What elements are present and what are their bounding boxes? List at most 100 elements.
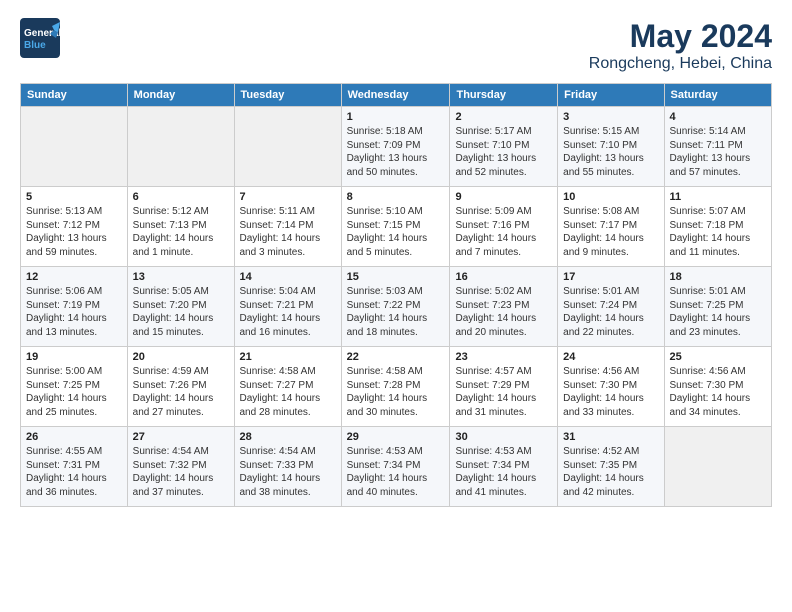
calendar-cell bbox=[127, 107, 234, 187]
day-info: Sunrise: 5:17 AM Sunset: 7:10 PM Dayligh… bbox=[455, 125, 552, 179]
day-info: Sunrise: 5:03 AM Sunset: 7:22 PM Dayligh… bbox=[347, 285, 445, 339]
day-info: Sunrise: 4:59 AM Sunset: 7:26 PM Dayligh… bbox=[133, 365, 229, 419]
calendar-week-1: 1 Sunrise: 5:18 AM Sunset: 7:09 PM Daylig… bbox=[21, 107, 772, 187]
day-number: 28 bbox=[240, 431, 336, 443]
calendar-cell: 23 Sunrise: 4:57 AM Sunset: 7:29 PM Dayli… bbox=[450, 347, 558, 427]
svg-text:Blue: Blue bbox=[24, 40, 46, 51]
day-number: 29 bbox=[347, 431, 445, 443]
calendar-week-5: 26Sunrise: 4:55 AM Sunset: 7:31 PM Dayli… bbox=[21, 427, 772, 507]
day-number: 23 bbox=[455, 351, 552, 363]
column-header-saturday: Saturday bbox=[664, 84, 771, 107]
day-number: 18 bbox=[670, 271, 766, 283]
column-header-monday: Monday bbox=[127, 84, 234, 107]
calendar-cell: 16Sunrise: 5:02 AM Sunset: 7:23 PM Dayli… bbox=[450, 267, 558, 347]
calendar-cell: 1 Sunrise: 5:18 AM Sunset: 7:09 PM Daylig… bbox=[341, 107, 450, 187]
calendar-cell: 27Sunrise: 4:54 AM Sunset: 7:32 PM Dayli… bbox=[127, 427, 234, 507]
calendar-cell: 15 Sunrise: 5:03 AM Sunset: 7:22 PM Dayli… bbox=[341, 267, 450, 347]
day-info: Sunrise: 5:18 AM Sunset: 7:09 PM Dayligh… bbox=[347, 125, 445, 179]
day-info: Sunrise: 5:13 AM Sunset: 7:12 PM Dayligh… bbox=[26, 205, 122, 259]
day-number: 9 bbox=[455, 191, 552, 203]
day-info: Sunrise: 5:09 AM Sunset: 7:16 PM Dayligh… bbox=[455, 205, 552, 259]
calendar-cell: 9 Sunrise: 5:09 AM Sunset: 7:16 PM Daylig… bbox=[450, 187, 558, 267]
calendar-cell: 18 Sunrise: 5:01 AM Sunset: 7:25 PM Dayli… bbox=[664, 267, 771, 347]
calendar-cell: 29 Sunrise: 4:53 AM Sunset: 7:34 PM Dayli… bbox=[341, 427, 450, 507]
calendar-cell: 11 Sunrise: 5:07 AM Sunset: 7:18 PM Dayli… bbox=[664, 187, 771, 267]
day-number: 12 bbox=[26, 271, 122, 283]
calendar-cell: 24 Sunrise: 4:56 AM Sunset: 7:30 PM Dayli… bbox=[558, 347, 664, 427]
calendar-cell: 6 Sunrise: 5:12 AM Sunset: 7:13 PM Daylig… bbox=[127, 187, 234, 267]
day-info: Sunrise: 4:58 AM Sunset: 7:28 PM Dayligh… bbox=[347, 365, 445, 419]
calendar-cell bbox=[21, 107, 128, 187]
day-info: Sunrise: 5:06 AM Sunset: 7:19 PM Dayligh… bbox=[26, 285, 122, 339]
day-info: Sunrise: 5:07 AM Sunset: 7:18 PM Dayligh… bbox=[670, 205, 766, 259]
day-info: Sunrise: 5:12 AM Sunset: 7:13 PM Dayligh… bbox=[133, 205, 229, 259]
column-header-friday: Friday bbox=[558, 84, 664, 107]
day-info: Sunrise: 5:01 AM Sunset: 7:24 PM Dayligh… bbox=[563, 285, 658, 339]
column-header-thursday: Thursday bbox=[450, 84, 558, 107]
calendar-cell: 20 Sunrise: 4:59 AM Sunset: 7:26 PM Dayli… bbox=[127, 347, 234, 427]
calendar-cell bbox=[664, 427, 771, 507]
day-number: 24 bbox=[563, 351, 658, 363]
calendar-cell: 10Sunrise: 5:08 AM Sunset: 7:17 PM Dayli… bbox=[558, 187, 664, 267]
logo-icon: General Blue bbox=[20, 18, 60, 58]
day-info: Sunrise: 4:55 AM Sunset: 7:31 PM Dayligh… bbox=[26, 445, 122, 499]
calendar-cell: 22Sunrise: 4:58 AM Sunset: 7:28 PM Dayli… bbox=[341, 347, 450, 427]
day-info: Sunrise: 4:53 AM Sunset: 7:34 PM Dayligh… bbox=[347, 445, 445, 499]
calendar-week-3: 12 Sunrise: 5:06 AM Sunset: 7:19 PM Dayli… bbox=[21, 267, 772, 347]
calendar-cell: 28 Sunrise: 4:54 AM Sunset: 7:33 PM Dayli… bbox=[234, 427, 341, 507]
calendar-cell: 4Sunrise: 5:14 AM Sunset: 7:11 PM Daylig… bbox=[664, 107, 771, 187]
day-info: Sunrise: 4:52 AM Sunset: 7:35 PM Dayligh… bbox=[563, 445, 658, 499]
day-info: Sunrise: 5:08 AM Sunset: 7:17 PM Dayligh… bbox=[563, 205, 658, 259]
day-number: 13 bbox=[133, 271, 229, 283]
day-info: Sunrise: 4:57 AM Sunset: 7:29 PM Dayligh… bbox=[455, 365, 552, 419]
title-block: May 2024 Rongcheng, Hebei, China bbox=[589, 18, 772, 73]
calendar-cell: 25 Sunrise: 4:56 AM Sunset: 7:30 PM Dayli… bbox=[664, 347, 771, 427]
calendar-table: SundayMondayTuesdayWednesdayThursdayFrid… bbox=[20, 83, 772, 507]
column-header-sunday: Sunday bbox=[21, 84, 128, 107]
header: General Blue May 2024 Rongcheng, Hebei, … bbox=[20, 18, 772, 73]
day-info: Sunrise: 5:04 AM Sunset: 7:21 PM Dayligh… bbox=[240, 285, 336, 339]
calendar-cell: 12 Sunrise: 5:06 AM Sunset: 7:19 PM Dayli… bbox=[21, 267, 128, 347]
calendar-cell: 31 Sunrise: 4:52 AM Sunset: 7:35 PM Dayli… bbox=[558, 427, 664, 507]
calendar-cell: 30Sunrise: 4:53 AM Sunset: 7:34 PM Dayli… bbox=[450, 427, 558, 507]
day-number: 25 bbox=[670, 351, 766, 363]
day-info: Sunrise: 4:56 AM Sunset: 7:30 PM Dayligh… bbox=[563, 365, 658, 419]
day-info: Sunrise: 5:01 AM Sunset: 7:25 PM Dayligh… bbox=[670, 285, 766, 339]
day-info: Sunrise: 4:54 AM Sunset: 7:33 PM Dayligh… bbox=[240, 445, 336, 499]
day-info: Sunrise: 4:56 AM Sunset: 7:30 PM Dayligh… bbox=[670, 365, 766, 419]
calendar-cell bbox=[234, 107, 341, 187]
day-number: 5 bbox=[26, 191, 122, 203]
day-info: Sunrise: 4:58 AM Sunset: 7:27 PM Dayligh… bbox=[240, 365, 336, 419]
day-number: 20 bbox=[133, 351, 229, 363]
day-number: 11 bbox=[670, 191, 766, 203]
calendar-week-2: 5 Sunrise: 5:13 AM Sunset: 7:12 PM Daylig… bbox=[21, 187, 772, 267]
day-info: Sunrise: 5:14 AM Sunset: 7:11 PM Dayligh… bbox=[670, 125, 766, 179]
day-number: 17 bbox=[563, 271, 658, 283]
day-number: 7 bbox=[240, 191, 336, 203]
calendar-cell: 5 Sunrise: 5:13 AM Sunset: 7:12 PM Daylig… bbox=[21, 187, 128, 267]
day-info: Sunrise: 5:11 AM Sunset: 7:14 PM Dayligh… bbox=[240, 205, 336, 259]
day-info: Sunrise: 5:15 AM Sunset: 7:10 PM Dayligh… bbox=[563, 125, 658, 179]
day-number: 1 bbox=[347, 111, 445, 123]
logo: General Blue bbox=[20, 18, 60, 63]
calendar-cell: 26Sunrise: 4:55 AM Sunset: 7:31 PM Dayli… bbox=[21, 427, 128, 507]
day-number: 31 bbox=[563, 431, 658, 443]
day-number: 6 bbox=[133, 191, 229, 203]
column-header-tuesday: Tuesday bbox=[234, 84, 341, 107]
day-number: 15 bbox=[347, 271, 445, 283]
main-title: May 2024 bbox=[589, 18, 772, 55]
day-number: 8 bbox=[347, 191, 445, 203]
calendar-cell: 13 Sunrise: 5:05 AM Sunset: 7:20 PM Dayli… bbox=[127, 267, 234, 347]
page: General Blue May 2024 Rongcheng, Hebei, … bbox=[0, 0, 792, 612]
calendar-cell: 2 Sunrise: 5:17 AM Sunset: 7:10 PM Daylig… bbox=[450, 107, 558, 187]
day-info: Sunrise: 5:05 AM Sunset: 7:20 PM Dayligh… bbox=[133, 285, 229, 339]
calendar-header-row: SundayMondayTuesdayWednesdayThursdayFrid… bbox=[21, 84, 772, 107]
subtitle: Rongcheng, Hebei, China bbox=[589, 55, 772, 73]
day-number: 14 bbox=[240, 271, 336, 283]
calendar-cell: 17 Sunrise: 5:01 AM Sunset: 7:24 PM Dayli… bbox=[558, 267, 664, 347]
day-number: 2 bbox=[455, 111, 552, 123]
day-number: 3 bbox=[563, 111, 658, 123]
calendar-cell: 21Sunrise: 4:58 AM Sunset: 7:27 PM Dayli… bbox=[234, 347, 341, 427]
day-info: Sunrise: 5:02 AM Sunset: 7:23 PM Dayligh… bbox=[455, 285, 552, 339]
calendar-cell: 19Sunrise: 5:00 AM Sunset: 7:25 PM Dayli… bbox=[21, 347, 128, 427]
